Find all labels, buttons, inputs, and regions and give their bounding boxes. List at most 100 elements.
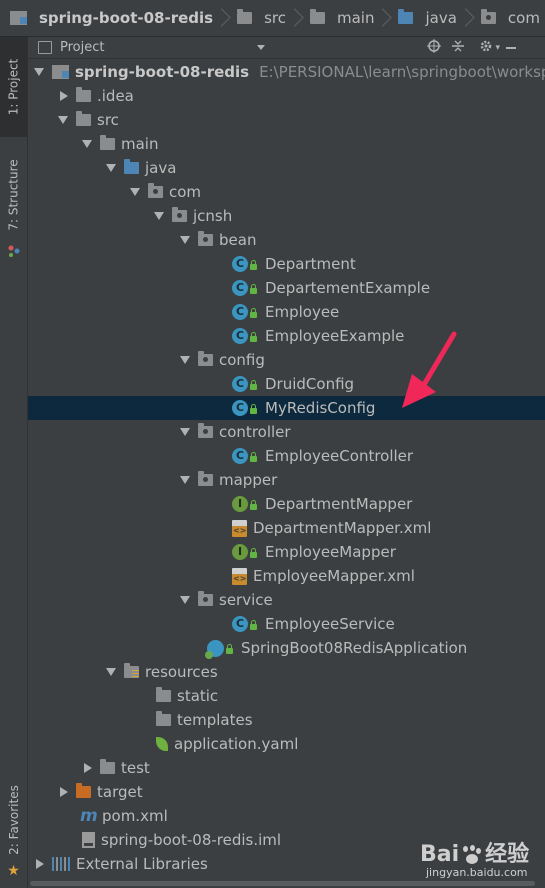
collapse-arrow-icon[interactable] xyxy=(60,787,68,797)
hide-panel-icon[interactable] xyxy=(506,46,517,49)
tree-item-label: DruidConfig xyxy=(265,375,355,393)
breadcrumb-item-main[interactable]: main xyxy=(300,0,388,36)
package-icon xyxy=(480,9,496,24)
tree-item-label: EmployeeExample xyxy=(265,327,405,345)
tree-row-bean[interactable]: bean xyxy=(28,228,545,252)
breadcrumb-item-com[interactable]: com xyxy=(471,0,545,36)
expand-arrow-icon[interactable] xyxy=(130,188,140,196)
folder-icon xyxy=(100,135,115,150)
tree-item-label: jcnsh xyxy=(193,207,233,225)
tree-row-resources[interactable]: resources xyxy=(28,660,545,684)
lock-icon xyxy=(250,452,257,462)
tree-row-test[interactable]: test xyxy=(28,756,545,780)
collapse-arrow-icon[interactable] xyxy=(60,91,68,101)
locate-icon[interactable] xyxy=(427,38,442,57)
tree-row-interface[interactable]: I DepartmentMapper xyxy=(28,492,545,516)
class-icon: C xyxy=(232,616,248,632)
folder-icon xyxy=(237,9,253,24)
expand-arrow-icon[interactable] xyxy=(82,140,92,148)
project-view-icon xyxy=(38,41,52,54)
tree-row-src[interactable]: src xyxy=(28,108,545,132)
root-module-path: E:\PERSIONAL\learn\springboot\workspa xyxy=(259,63,545,81)
expand-arrow-icon[interactable] xyxy=(154,212,164,220)
gear-dropdown-icon[interactable]: ▾ xyxy=(495,43,500,53)
tree-row-class[interactable]: C DepartementExample xyxy=(28,276,545,300)
lock-icon xyxy=(250,380,257,390)
collapse-all-icon[interactable] xyxy=(451,39,465,57)
tree-row-idea[interactable]: .idea xyxy=(28,84,545,108)
tree-item-label: controller xyxy=(219,423,291,441)
annotation-arrow-icon xyxy=(402,331,457,408)
tree-row-mapper[interactable]: mapper xyxy=(28,468,545,492)
expand-arrow-icon[interactable] xyxy=(180,476,190,484)
libraries-icon xyxy=(52,857,70,871)
expand-arrow-icon[interactable] xyxy=(180,428,190,436)
tree-row-com[interactable]: com xyxy=(28,180,545,204)
tree-item-label: static xyxy=(177,687,219,705)
tree-row-templates[interactable]: templates xyxy=(28,708,545,732)
spring-leaf-icon xyxy=(156,737,168,751)
tree-item-label: DepartmentMapper.xml xyxy=(253,519,432,537)
watermark-url: jingyan.baidu.com xyxy=(426,866,528,879)
tree-row-yaml[interactable]: application.yaml xyxy=(28,732,545,756)
tree-row-static[interactable]: static xyxy=(28,684,545,708)
lock-icon xyxy=(250,500,257,510)
tree-item-label: main xyxy=(121,135,159,153)
gear-icon[interactable] xyxy=(479,39,493,57)
class-icon: C xyxy=(232,328,248,344)
tab-structure-label: 7: Structure xyxy=(6,159,21,231)
tree-row-interface[interactable]: I EmployeeMapper xyxy=(28,540,545,564)
class-icon: C xyxy=(232,280,248,296)
expand-arrow-icon[interactable] xyxy=(180,236,190,244)
expand-arrow-icon[interactable] xyxy=(34,68,44,76)
root-module-label: spring-boot-08-redis xyxy=(75,63,250,81)
tree-row-xml[interactable]: DepartmentMapper.xml xyxy=(28,516,545,540)
lock-icon xyxy=(226,644,233,654)
tree-item-label: Department xyxy=(265,255,356,273)
chevron-down-icon[interactable] xyxy=(257,45,266,50)
tab-structure[interactable]: 7: Structure xyxy=(0,145,27,245)
breadcrumb-item-java[interactable]: java xyxy=(388,0,470,36)
structure-icon xyxy=(0,242,27,260)
tree-row-main[interactable]: main xyxy=(28,132,545,156)
tree-row-pom[interactable]: m pom.xml xyxy=(28,804,545,828)
tab-favorites-label: 2: Favorites xyxy=(6,784,21,855)
expand-arrow-icon[interactable] xyxy=(106,164,116,172)
collapse-arrow-icon[interactable] xyxy=(84,763,92,773)
panel-title[interactable]: Project xyxy=(60,40,104,55)
tree-item-label: mapper xyxy=(219,471,278,489)
expand-arrow-icon[interactable] xyxy=(106,668,116,676)
tree-row-app-class[interactable]: SpringBoot08RedisApplication xyxy=(28,636,545,660)
breadcrumb-separator xyxy=(380,8,388,28)
tab-favorites[interactable]: 2: Favorites xyxy=(0,767,27,872)
tree-row-class[interactable]: C EmployeeController xyxy=(28,444,545,468)
tree-row-jcnsh[interactable]: jcnsh xyxy=(28,204,545,228)
breadcrumb-item-module[interactable]: spring-boot-08-redis xyxy=(0,0,227,36)
tree-row-target[interactable]: target xyxy=(28,780,545,804)
tree-item-label: test xyxy=(121,759,150,777)
expand-arrow-icon[interactable] xyxy=(180,356,190,364)
tree-row-class[interactable]: C Employee xyxy=(28,300,545,324)
breadcrumb-item-src[interactable]: src xyxy=(227,0,300,36)
tree-row-class[interactable]: C Department xyxy=(28,252,545,276)
tab-project[interactable]: 1: Project xyxy=(0,37,27,137)
breadcrumb-separator xyxy=(463,8,471,28)
tree-row-xml[interactable]: EmployeeMapper.xml xyxy=(28,564,545,588)
package-icon xyxy=(148,183,163,198)
expand-arrow-icon[interactable] xyxy=(180,596,190,604)
star-icon: ★ xyxy=(7,863,20,879)
tree-row-controller[interactable]: controller xyxy=(28,420,545,444)
tree-item-label: bean xyxy=(219,231,257,249)
watermark-brand-cn: 经验 xyxy=(485,842,530,867)
package-icon xyxy=(198,591,213,606)
tree-item-label: application.yaml xyxy=(174,735,299,753)
expand-arrow-icon[interactable] xyxy=(58,116,68,124)
tree-item-label: EmployeeMapper.xml xyxy=(253,567,415,585)
tree-item-label: spring-boot-08-redis.iml xyxy=(101,831,282,849)
collapse-arrow-icon[interactable] xyxy=(36,859,44,869)
folder-icon xyxy=(156,711,171,726)
tree-row-class[interactable]: C EmployeeService xyxy=(28,612,545,636)
tree-row-root[interactable]: spring-boot-08-redis E:\PERSIONAL\learn\… xyxy=(28,60,545,84)
tree-row-service[interactable]: service xyxy=(28,588,545,612)
tree-row-java[interactable]: java xyxy=(28,156,545,180)
